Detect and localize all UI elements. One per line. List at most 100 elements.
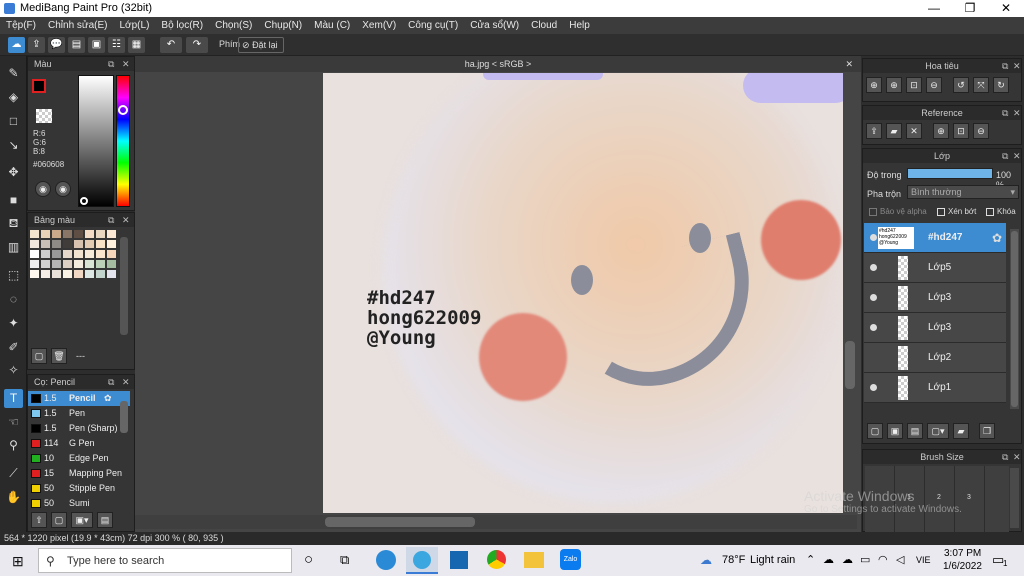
brush-item[interactable]: 114 G Pen: [28, 436, 130, 451]
rotate-left-icon[interactable]: ↺: [953, 77, 969, 93]
popout-icon[interactable]: ⧉: [108, 213, 114, 227]
redo-icon[interactable]: ↷: [186, 37, 208, 53]
brushsize-cell-label[interactable]: 3: [967, 494, 971, 501]
undo-icon[interactable]: ↶: [160, 37, 182, 53]
menu-window[interactable]: Cửa sổ(W): [464, 17, 525, 34]
close-icon[interactable]: ✕: [122, 57, 130, 71]
visibility-icon[interactable]: [870, 384, 877, 391]
protect-alpha-checkbox[interactable]: [869, 208, 877, 216]
fit-icon[interactable]: ⊡: [906, 77, 922, 93]
eyedropper-tool-icon[interactable]: ⚲: [4, 436, 23, 455]
flip-icon[interactable]: ⤧: [973, 77, 989, 93]
horizontal-scroll-thumb[interactable]: [325, 517, 475, 527]
visibility-icon[interactable]: [870, 294, 877, 301]
vertical-scroll-thumb[interactable]: [845, 341, 855, 389]
palette-swatch[interactable]: [52, 230, 61, 238]
palette-swatch[interactable]: [107, 270, 116, 278]
palette-swatch[interactable]: [85, 240, 94, 248]
search-box[interactable]: ⚲ Type here to search: [38, 548, 292, 573]
close-icon[interactable]: ✕: [122, 213, 130, 227]
brush-item[interactable]: 10 Edge Pen: [28, 451, 130, 466]
menu-help[interactable]: Help: [563, 17, 596, 34]
brushsize-scrollbar[interactable]: [1010, 468, 1019, 528]
layer-item[interactable]: Lớp2: [864, 343, 1006, 373]
palette-swatch[interactable]: [74, 260, 83, 268]
close-icon[interactable]: ✕: [1013, 59, 1021, 73]
line-tool-icon[interactable]: ↘: [4, 136, 23, 155]
new-layer-1bit-icon[interactable]: ▤: [907, 423, 923, 439]
horizontal-scroll-track[interactable]: [135, 515, 857, 529]
palette-swatch[interactable]: [30, 250, 39, 258]
foreground-color-swatch[interactable]: [32, 79, 46, 93]
chat-icon[interactable]: 💬: [48, 37, 65, 53]
popout-icon[interactable]: ⧉: [1002, 450, 1008, 464]
move-tool-icon[interactable]: ✥: [4, 163, 23, 182]
menu-cloud[interactable]: Cloud: [525, 17, 563, 34]
palette-swatch[interactable]: [63, 270, 72, 278]
comment-icon[interactable]: ▤: [68, 37, 85, 53]
hand-tool-icon[interactable]: ✋: [4, 488, 23, 507]
drawing-canvas[interactable]: #hd247 hong622009 @Young: [323, 73, 843, 513]
palette-swatch[interactable]: [96, 260, 105, 268]
select-eraser-icon[interactable]: ✧: [4, 361, 23, 380]
palette-swatch[interactable]: [63, 240, 72, 248]
rotate-right-icon[interactable]: ↻: [993, 77, 1009, 93]
color-wheel-icon[interactable]: ◉: [35, 181, 51, 197]
close-icon[interactable]: ✕: [1013, 106, 1021, 120]
operation-tool-icon[interactable]: ☜: [4, 413, 23, 432]
copy-layer-icon[interactable]: ❐: [979, 423, 995, 439]
add-brush-icon[interactable]: ⇧: [31, 512, 47, 528]
palette-swatch[interactable]: [41, 250, 50, 258]
zalo-icon[interactable]: Zalo: [560, 549, 581, 570]
text-tool-icon[interactable]: T: [4, 389, 23, 408]
palette-swatch[interactable]: [107, 230, 116, 238]
brush-item-pencil[interactable]: 1.5 Pencil ✿: [28, 391, 130, 406]
vertical-scroll-track[interactable]: [843, 73, 857, 513]
list-icon[interactable]: ☷: [108, 37, 125, 53]
layer-scrollbar[interactable]: [1010, 229, 1019, 409]
cortana-icon[interactable]: ○: [304, 551, 313, 568]
visibility-icon[interactable]: [870, 234, 877, 241]
layer-item[interactable]: Lớp5: [864, 253, 1006, 283]
popout-icon[interactable]: ⧉: [1002, 149, 1008, 163]
palette-swatch[interactable]: [63, 250, 72, 258]
upload-icon[interactable]: ⇪: [28, 37, 45, 53]
delete-palette-icon[interactable]: 🗑: [51, 348, 67, 364]
weather-temp[interactable]: 78°F: [722, 554, 745, 566]
color-add-icon[interactable]: ◉: [55, 181, 71, 197]
palette-swatch[interactable]: [107, 240, 116, 248]
upload-ref-icon[interactable]: ⇪: [866, 123, 882, 139]
bucket-tool-icon[interactable]: ⛾: [4, 214, 23, 233]
palette-swatch[interactable]: [41, 260, 50, 268]
brush-item[interactable]: 1.5 Pen (Sharp): [28, 421, 130, 436]
grid-icon[interactable]: ▦: [128, 37, 145, 53]
lasso-tool-icon[interactable]: ◌: [4, 290, 23, 309]
fill-rect-icon[interactable]: ■: [4, 191, 23, 210]
wifi-icon[interactable]: ◠: [878, 553, 888, 566]
reset-button[interactable]: ⊘ Đặt lại: [238, 37, 284, 53]
close-icon[interactable]: ✕: [1013, 450, 1021, 464]
palette-swatch[interactable]: [30, 240, 39, 248]
palette-swatch[interactable]: [41, 230, 50, 238]
close-icon[interactable]: ✕: [1013, 149, 1021, 163]
picker-handle[interactable]: [80, 197, 88, 205]
hue-slider[interactable]: [116, 75, 130, 207]
new-layer-8bit-icon[interactable]: ▣: [887, 423, 903, 439]
layer-item-hd247[interactable]: #hd247 hong622009 @Young #hd247 ✿: [864, 223, 1006, 253]
chevron-up-icon[interactable]: ⌃: [806, 553, 815, 566]
menu-view[interactable]: Xem(V): [356, 17, 402, 34]
weather-desc[interactable]: Light rain: [750, 554, 795, 566]
palette-swatch[interactable]: [30, 270, 39, 278]
palette-swatch[interactable]: [52, 250, 61, 258]
new-brush-icon[interactable]: ▢: [51, 512, 67, 528]
palette-swatch[interactable]: [74, 240, 83, 248]
layer-item[interactable]: Lớp1: [864, 373, 1006, 403]
zoom-icon[interactable]: ⊕: [866, 77, 882, 93]
palette-swatch[interactable]: [63, 260, 72, 268]
close-ref-icon[interactable]: ✕: [906, 123, 922, 139]
palette-swatch[interactable]: [52, 240, 61, 248]
menu-filter[interactable]: Bộ lọc(R): [155, 17, 209, 34]
popout-icon[interactable]: ⧉: [108, 57, 114, 71]
menu-edit[interactable]: Chỉnh sửa(E): [42, 17, 114, 34]
clipping-checkbox[interactable]: [937, 208, 945, 216]
